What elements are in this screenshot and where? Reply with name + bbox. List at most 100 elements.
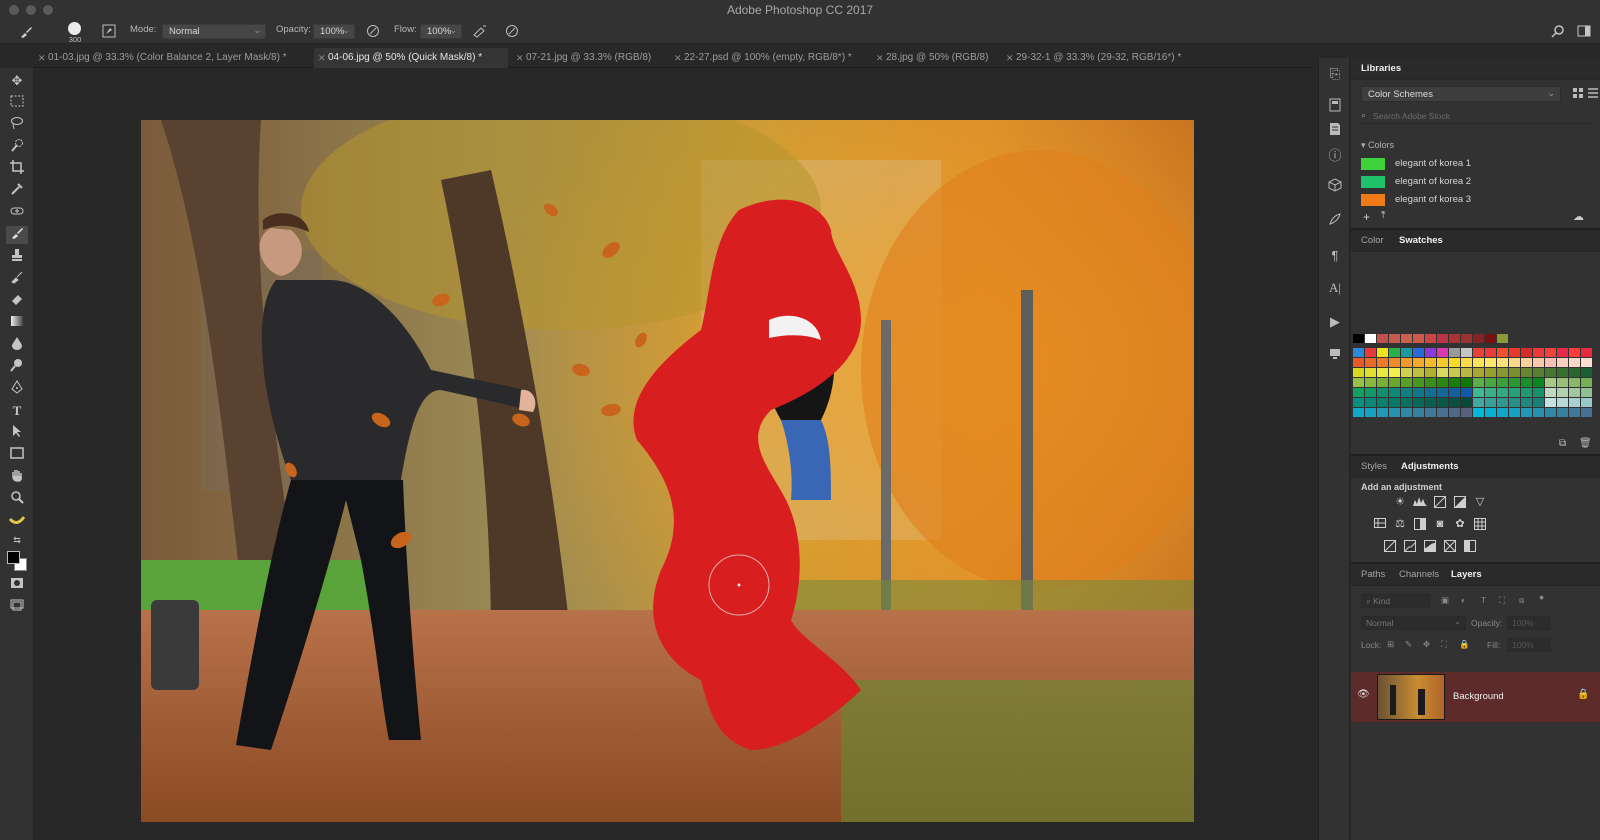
swatch[interactable] (1509, 388, 1520, 397)
lock-all-icon[interactable]: 🔒 (1459, 639, 1470, 650)
swatch[interactable] (1401, 398, 1412, 407)
eyedropper-tool-icon[interactable] (6, 182, 28, 200)
search-icon[interactable] (1550, 24, 1566, 40)
swatch[interactable] (1545, 358, 1556, 367)
paragraph-panel-icon[interactable]: ¶ (1325, 246, 1345, 266)
close-tab-icon[interactable]: ✕ (318, 48, 326, 68)
layer-row-background[interactable]: 👁 Background 🔒 (1351, 672, 1600, 722)
swatch[interactable] (1353, 368, 1364, 377)
tab-adjustments[interactable]: Adjustments (1401, 461, 1459, 472)
swatch[interactable] (1461, 378, 1472, 387)
layer-opacity-input[interactable]: 100% (1507, 616, 1551, 630)
opacity-input[interactable]: 100% ⌄ (313, 24, 355, 39)
brush-tool-icon[interactable] (6, 226, 28, 244)
swatch[interactable] (1569, 348, 1580, 357)
rectangle-tool-icon[interactable] (6, 446, 28, 464)
library-color-item[interactable]: elegant of korea 3 (1361, 194, 1561, 208)
eye-visibility-icon[interactable]: 👁 (1357, 689, 1370, 700)
swatch[interactable] (1389, 398, 1400, 407)
tab-29-32-1[interactable]: ✕ 29-32-1 @ 33.3% (29-32, RGB/16*) * (1002, 48, 1212, 68)
swatch[interactable] (1473, 334, 1484, 343)
swatch[interactable] (1437, 358, 1448, 367)
cloud-sync-icon[interactable]: ☁ (1573, 210, 1584, 223)
swatch[interactable] (1497, 368, 1508, 377)
swatch[interactable] (1425, 358, 1436, 367)
swatch[interactable] (1473, 408, 1484, 417)
library-color-item[interactable]: elegant of korea 1 (1361, 158, 1561, 172)
swatch[interactable] (1449, 348, 1460, 357)
lasso-tool-icon[interactable] (6, 116, 28, 134)
exposure-icon[interactable] (1453, 496, 1467, 508)
brush-settings-panel-icon[interactable] (1325, 212, 1345, 232)
swatch[interactable] (1569, 378, 1580, 387)
swatch[interactable] (1377, 368, 1388, 377)
eraser-tool-icon[interactable] (6, 292, 28, 310)
hand-tool-icon[interactable] (6, 468, 28, 486)
swatch[interactable] (1461, 358, 1472, 367)
pressure-size-icon[interactable] (504, 24, 520, 40)
gradient-map-icon[interactable] (1443, 540, 1457, 552)
swatch[interactable] (1581, 348, 1592, 357)
path-selection-tool-icon[interactable] (6, 424, 28, 442)
filter-toggle-icon[interactable]: ● (1539, 592, 1544, 602)
document-canvas[interactable] (141, 120, 1194, 822)
library-select[interactable]: Color Schemes ⌄ (1361, 86, 1561, 102)
close-tab-icon[interactable]: ✕ (516, 48, 524, 68)
curves-icon[interactable] (1433, 496, 1447, 508)
tab-22-27[interactable]: ✕ 22-27.psd @ 100% (empty, RGB/8*) * (670, 48, 872, 68)
channel-mixer-icon[interactable]: ✿ (1453, 518, 1467, 530)
close-tab-icon[interactable]: ✕ (674, 48, 682, 68)
swatch[interactable] (1401, 388, 1412, 397)
swatch[interactable] (1449, 398, 1460, 407)
swatch[interactable] (1377, 358, 1388, 367)
swatch[interactable] (1353, 358, 1364, 367)
swatch[interactable] (1485, 408, 1496, 417)
quick-mask-mode-icon[interactable] (6, 576, 28, 594)
upload-icon[interactable]: ⤒ (1381, 210, 1385, 221)
edit-toolbar-icon[interactable] (6, 512, 28, 530)
black-white-icon[interactable] (1413, 518, 1427, 530)
character-panel-icon[interactable]: A| (1325, 278, 1345, 298)
swatch[interactable] (1533, 388, 1544, 397)
swatch[interactable] (1521, 388, 1532, 397)
library-color-item[interactable]: elegant of korea 2 (1361, 176, 1561, 190)
flow-input[interactable]: 100% ⌄ (420, 24, 462, 39)
swatch[interactable] (1437, 368, 1448, 377)
swatch[interactable] (1437, 388, 1448, 397)
swatch[interactable] (1413, 358, 1424, 367)
swatch[interactable] (1521, 368, 1532, 377)
swatch[interactable] (1461, 398, 1472, 407)
swatch[interactable] (1509, 358, 1520, 367)
new-swatch-icon[interactable]: ⧉ (1559, 438, 1566, 449)
workspace-icon[interactable] (1576, 24, 1592, 40)
swatch[interactable] (1413, 398, 1424, 407)
device-preview-panel-icon[interactable] (1325, 346, 1345, 366)
swatch[interactable] (1485, 368, 1496, 377)
swatch[interactable] (1473, 368, 1484, 377)
swatch[interactable] (1533, 348, 1544, 357)
swatch[interactable] (1449, 368, 1460, 377)
close-tab-icon[interactable]: ✕ (38, 48, 46, 68)
swatch[interactable] (1485, 358, 1496, 367)
swatch[interactable] (1509, 408, 1520, 417)
stock-search-field[interactable]: ⌕ Search Adobe Stock (1361, 110, 1591, 124)
swatch[interactable] (1497, 398, 1508, 407)
swatch[interactable] (1557, 408, 1568, 417)
swatch[interactable] (1569, 408, 1580, 417)
swatch[interactable] (1413, 348, 1424, 357)
swatch[interactable] (1581, 358, 1592, 367)
lock-transparent-icon[interactable]: ⊞ (1387, 639, 1394, 650)
tab-04-06[interactable]: ✕ 04-06.jpg @ 50% (Quick Mask/8) * (314, 48, 508, 68)
hue-saturation-icon[interactable] (1373, 518, 1387, 530)
swatch[interactable] (1557, 358, 1568, 367)
swatch[interactable] (1497, 378, 1508, 387)
swatch[interactable] (1353, 334, 1364, 343)
swatch[interactable] (1473, 388, 1484, 397)
swatch[interactable] (1389, 408, 1400, 417)
swatch[interactable] (1461, 408, 1472, 417)
swatch[interactable] (1437, 378, 1448, 387)
swatch[interactable] (1449, 408, 1460, 417)
swatch[interactable] (1533, 408, 1544, 417)
swatch[interactable] (1557, 398, 1568, 407)
swatch[interactable] (1437, 348, 1448, 357)
